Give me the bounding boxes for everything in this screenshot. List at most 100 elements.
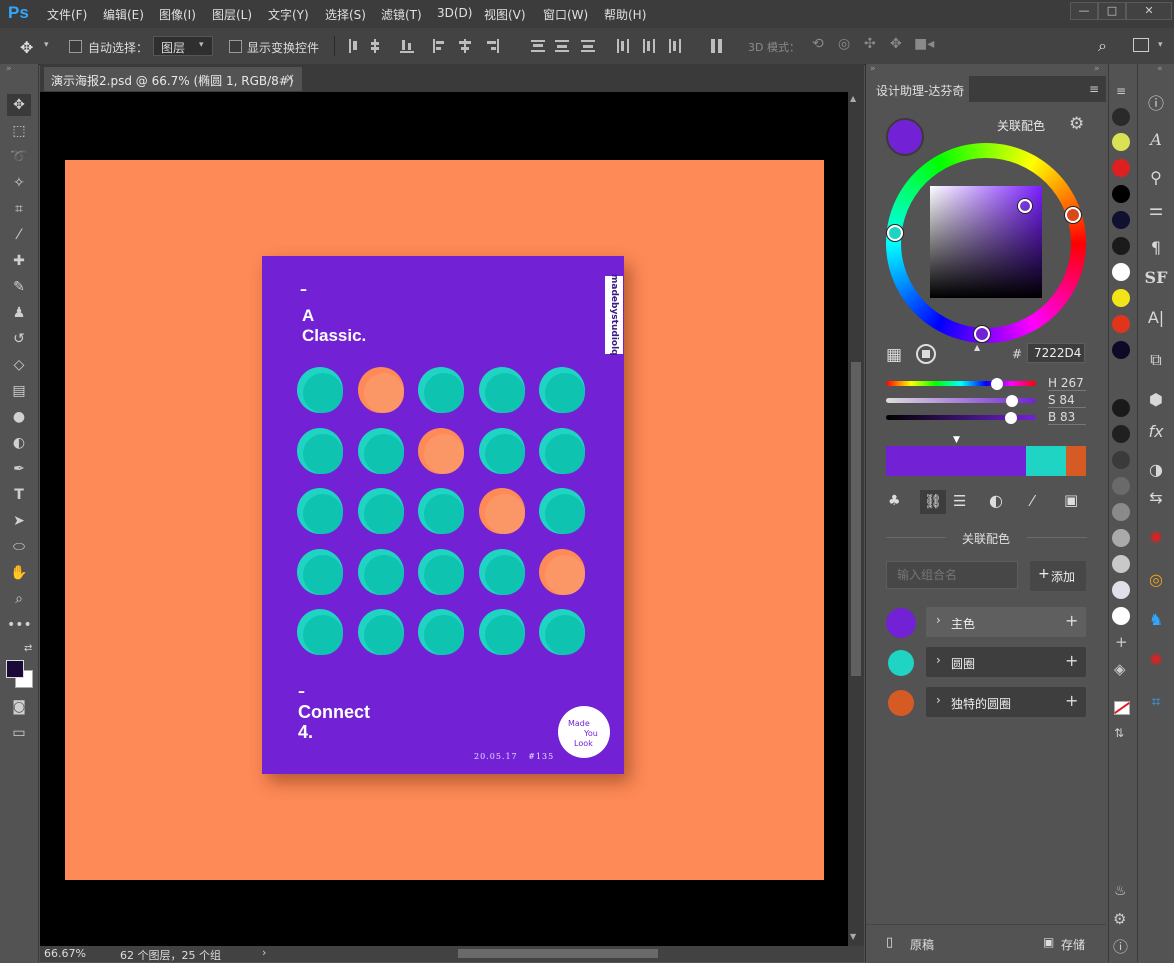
mask-icon[interactable]: ◑ — [1142, 460, 1170, 479]
screen-mode-icon[interactable]: ▭ — [7, 722, 31, 744]
chevron-down-icon[interactable]: ▾ — [1158, 40, 1163, 50]
hand-tool-icon[interactable]: ✋ — [7, 562, 31, 584]
adjustments-icon[interactable]: ⚌ — [1142, 200, 1170, 219]
info-icon[interactable]: ⓘ — [1142, 90, 1170, 114]
3d-slide-icon[interactable]: ✥ — [890, 36, 902, 52]
paragraph-icon[interactable]: ¶ — [1142, 238, 1170, 257]
align-distribute-icons[interactable] — [345, 36, 735, 56]
color-swatch[interactable] — [1112, 211, 1130, 229]
color-swatch[interactable] — [1112, 237, 1130, 255]
color-swatch[interactable] — [1112, 425, 1130, 443]
brush-bristle-icon[interactable]: ♨ — [1114, 883, 1127, 899]
3d-cube-icon[interactable]: ⬢ — [1142, 390, 1170, 409]
stamp-tool-icon[interactable]: ♟ — [7, 302, 31, 324]
3d-scale-icon[interactable]: ■◂ — [914, 36, 934, 52]
wheel-marker-teal[interactable] — [887, 225, 903, 241]
no-color-icon[interactable] — [1114, 701, 1130, 715]
eraser-tool-icon[interactable]: ◇ — [7, 354, 31, 376]
path-select-icon[interactable]: ➤ — [7, 510, 31, 532]
document-tab[interactable]: 演示海报2.psd @ 66.7% (椭圆 1, RGB/8#) × — [44, 67, 302, 91]
adjust-sliders-icon[interactable]: ☰ — [953, 492, 966, 510]
brightness-value-label[interactable]: B 83 — [1048, 410, 1086, 425]
color-swatch[interactable] — [1112, 315, 1130, 333]
history-brush-icon[interactable]: ↺ — [7, 328, 31, 350]
ellipse-tool-icon[interactable]: ⬭ — [7, 536, 31, 558]
blur-tool-icon[interactable]: ● — [7, 406, 31, 428]
eyedropper-icon[interactable]: ⁄ — [1031, 492, 1034, 510]
swap-fill-icon[interactable]: ⇅ — [1114, 726, 1124, 740]
image-icon[interactable]: ▣ — [1064, 491, 1078, 509]
add-color-icon[interactable]: + — [1065, 611, 1078, 630]
color-swatch[interactable] — [1112, 399, 1130, 417]
link-icon[interactable]: ⛓ — [920, 490, 946, 514]
color-swatch[interactable] — [1112, 503, 1130, 521]
close-tab-icon[interactable]: × — [285, 71, 295, 85]
zoom-level[interactable]: 66.67% — [44, 947, 86, 960]
auto-select-dropdown[interactable]: 图层 ▾ — [153, 36, 213, 56]
menu-edit[interactable]: 编辑(E) — [103, 6, 144, 23]
menu-help[interactable]: 帮助(H) — [604, 6, 646, 23]
zoom-tool-icon[interactable]: ⌕ — [7, 588, 31, 610]
3d-pan-icon[interactable]: ✣ — [864, 36, 876, 52]
plugin-blue-icon[interactable]: ♞ — [1142, 610, 1170, 629]
brightness-slider-knob[interactable] — [1004, 412, 1017, 424]
color-swatch[interactable] — [1112, 451, 1130, 469]
move-tool-icon[interactable]: ✥ — [20, 38, 33, 57]
pen-tool-icon[interactable]: ✒ — [7, 458, 31, 480]
color-swatch[interactable] — [1112, 555, 1130, 573]
menu-view[interactable]: 视图(V) — [484, 6, 526, 23]
add-color-icon[interactable]: + — [1065, 691, 1078, 710]
vertical-scrollbar[interactable]: ▲ ▼ — [848, 92, 864, 946]
maximize-button[interactable]: □ — [1098, 2, 1126, 20]
gradient-tool-icon[interactable]: ▤ — [7, 380, 31, 402]
hue-value-label[interactable]: H 267 — [1048, 376, 1086, 391]
magic-wand-icon[interactable]: ✧ — [7, 172, 31, 194]
collapse-icon[interactable]: » — [6, 64, 12, 74]
saturation-slider-knob[interactable] — [1006, 395, 1018, 407]
current-color-swatch[interactable] — [886, 118, 924, 156]
menu-window[interactable]: 窗口(W) — [543, 6, 588, 23]
sb-picker-handle[interactable] — [1018, 199, 1032, 213]
menu-select[interactable]: 选择(S) — [325, 6, 366, 23]
add-group-button[interactable]: + 添加 — [1030, 561, 1086, 591]
hex-input[interactable]: 7222D4 — [1027, 343, 1085, 363]
original-button[interactable]: 原稿 — [910, 936, 934, 953]
row-color-teal[interactable] — [888, 650, 914, 676]
color-row-primary[interactable]: › 主色 + — [926, 607, 1086, 637]
collapse-icon[interactable]: « — [1157, 64, 1163, 74]
plugin-red-icon[interactable]: ✺ — [1142, 528, 1170, 547]
plugin-red2-icon[interactable]: ✺ — [1142, 650, 1170, 669]
row-color-primary[interactable] — [886, 608, 916, 638]
close-button[interactable]: ✕ — [1126, 2, 1172, 20]
lasso-tool-icon[interactable]: ➰ — [7, 146, 31, 168]
foreground-color-swatch[interactable] — [6, 660, 24, 678]
contrast-icon[interactable]: ◐ — [989, 491, 1003, 510]
brush-tool-icon[interactable]: ✎ — [7, 276, 31, 298]
wheel-marker-orange[interactable] — [1065, 207, 1081, 223]
fx-icon[interactable]: fx — [1142, 422, 1170, 441]
status-menu-arrow[interactable]: › — [262, 946, 266, 959]
color-swatch[interactable] — [1112, 133, 1130, 151]
palette-swatch-primary[interactable] — [886, 446, 1026, 476]
plugin-grid-icon[interactable]: ⌗ — [1142, 692, 1170, 712]
quick-mask-icon[interactable]: ◙ — [7, 696, 31, 718]
color-swatch[interactable] — [1112, 108, 1130, 126]
minimize-button[interactable]: — — [1070, 2, 1098, 20]
3d-roll-icon[interactable]: ◎ — [838, 36, 850, 52]
eyedropper-icon[interactable]: ⁄ — [7, 224, 31, 246]
more-tools-icon[interactable]: ••• — [7, 614, 32, 636]
group-name-input[interactable] — [886, 561, 1018, 589]
round-mode-icon[interactable] — [916, 344, 936, 364]
plugin-swirl-icon[interactable]: ◎ — [1142, 570, 1170, 589]
add-color-icon[interactable]: + — [1065, 651, 1078, 670]
menu-file[interactable]: 文件(F) — [47, 6, 87, 23]
healing-brush-icon[interactable]: ✚ — [7, 250, 31, 272]
show-transform-checkbox[interactable] — [229, 40, 242, 53]
type-tool-icon[interactable]: T — [7, 484, 31, 506]
saturation-value-label[interactable]: S 84 — [1048, 393, 1086, 408]
menu-layer[interactable]: 图层(L) — [212, 6, 252, 23]
menu-type[interactable]: 文字(Y) — [268, 6, 309, 23]
collapse-icon[interactable]: » — [1094, 64, 1100, 74]
save-button[interactable]: 存储 — [1061, 936, 1085, 953]
horizontal-scrollbar-thumb[interactable] — [458, 949, 658, 958]
